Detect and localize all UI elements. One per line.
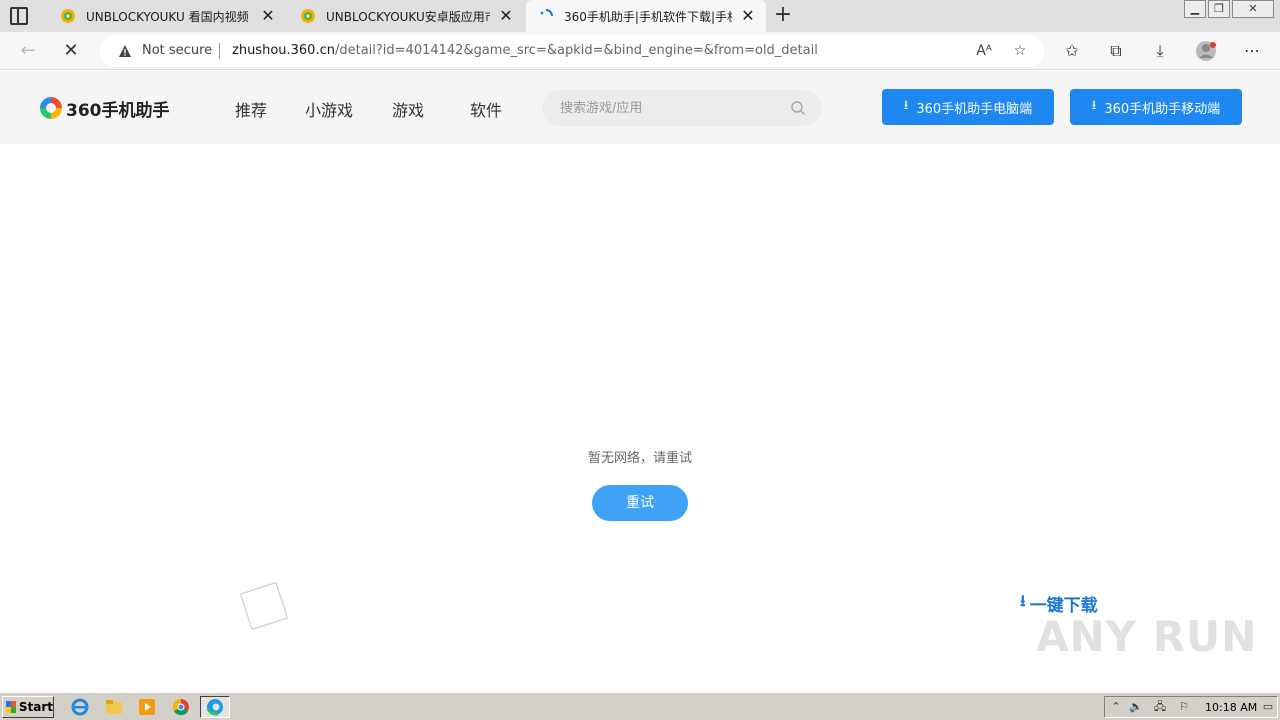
minimize-icon[interactable]: ▁ [1184,0,1206,18]
tab-title: UNBLOCKYOUKU 看国内视频 听国内音乐 [86,9,252,24]
nav-recommend[interactable]: 推荐 [235,97,267,121]
logo-text: 360手机助手 [66,100,170,121]
volume-icon[interactable]: 🔈 [1129,700,1143,714]
download-arrow-icon: ⭳ [1020,591,1026,610]
site-header: 360手机助手 推荐 小游戏 游戏 软件 ⭳ 360手机助手电脑端 ⭳ 360手… [0,71,1280,144]
nav-games[interactable]: 游戏 [392,97,424,121]
url-text[interactable]: zhushou.360.cn/detail?id=4014142&game_sr… [232,43,818,58]
loading-spinner-icon [540,9,553,17]
download-mobile-label: 360手机助手移动端 [1104,101,1221,117]
show-desktop-icon[interactable]: ▭ [1261,700,1275,714]
more-menu-icon[interactable]: ⋯ [1241,40,1263,62]
download-mobile-button[interactable]: ⭳ 360手机助手移动端 [1070,89,1242,125]
tab-close-icon[interactable]: ✕ [740,8,756,24]
chrome-icon[interactable] [171,697,191,717]
tab-close-icon[interactable]: ✕ [260,8,276,24]
search-icon[interactable] [790,100,806,116]
browser-tab-strip: UNBLOCKYOUKU 看国内视频 听国内音乐 ✕ UNBLOCKYOUKU安… [0,0,1280,32]
download-pc-button[interactable]: ⭳ 360手机助手电脑端 [882,89,1054,125]
browser-toolbar: ← ✕ Not secure zhushou.360.cn/detail?id=… [0,32,1280,70]
site-logo[interactable]: 360手机助手 [40,97,170,121]
url-path: /detail?id=4014142&game_src=&apkid=&bind… [334,43,818,58]
tab-unblockyouku-1[interactable]: UNBLOCKYOUKU 看国内视频 听国内音乐 ✕ [48,0,286,32]
network-icon[interactable]: 🖧 [1153,700,1167,714]
security-status-label[interactable]: Not secure [142,43,212,58]
download-pc-label: 360手机助手电脑端 [916,101,1033,117]
file-explorer-icon[interactable] [104,697,124,717]
url-host: zhushou.360.cn [232,43,335,58]
download-arrow-icon: ⭳ [1091,98,1097,113]
window-close-icon[interactable]: ✕ [1232,0,1274,18]
nav-mini-games[interactable]: 小游戏 [305,97,353,121]
windows-logo-icon [6,701,16,713]
warning-icon [119,45,131,57]
os-taskbar: Start ⌃ 🔈 🖧 ⚐ 10:18 AM ▭ [0,692,1280,720]
tab-actions-icon[interactable] [10,7,28,25]
logo-mark-icon [40,97,62,119]
start-button[interactable]: Start [2,696,54,718]
no-network-message: 暂无网络，请重试 [587,451,692,466]
site-favicon-icon [61,9,75,23]
loading-placeholder-icon [240,582,288,630]
downloads-icon[interactable]: ⤓ [1149,40,1171,62]
tab-360-assistant[interactable]: 360手机助手|手机软件下载|手机游戏下载 ✕ [526,0,766,32]
tab-unblockyouku-2[interactable]: UNBLOCKYOUKU安卓版应用市场下载 ✕ [288,0,524,32]
new-tab-button[interactable]: + [772,4,794,26]
site-favicon-icon [301,9,315,23]
nav-software[interactable]: 软件 [470,97,502,121]
restore-icon[interactable]: ❐ [1208,0,1230,18]
retry-button[interactable]: 重试 [592,485,688,521]
address-bar[interactable]: Not secure zhushou.360.cn/detail?id=4014… [100,35,1044,67]
favorites-icon[interactable]: ✩ [1061,40,1083,62]
search-input[interactable] [560,98,780,118]
action-center-flag-icon[interactable]: ⚐ [1177,700,1191,714]
edge-icon [206,699,223,716]
site-search-box [542,90,822,126]
edge-taskbar-button[interactable] [200,696,230,718]
tab-close-icon[interactable]: ✕ [498,8,514,24]
anyrun-watermark: ANY RUN [1036,612,1258,661]
tab-title: UNBLOCKYOUKU安卓版应用市场下载 [326,9,490,24]
system-tray: ⌃ 🔈 🖧 ⚐ 10:18 AM ▭ [1104,696,1278,718]
add-favorite-icon[interactable]: ☆ [1010,41,1030,61]
taskbar-clock[interactable]: 10:18 AM [1205,701,1257,714]
profile-avatar-icon[interactable] [1195,40,1217,62]
tray-expand-icon[interactable]: ⌃ [1109,700,1123,714]
tab-title: 360手机助手|手机软件下载|手机游戏下载 [564,9,732,24]
start-label: Start [18,700,53,714]
internet-explorer-icon[interactable] [70,697,90,717]
back-arrow-icon[interactable]: ← [17,40,39,62]
media-player-icon[interactable] [137,697,157,717]
stop-loading-icon[interactable]: ✕ [60,40,82,62]
read-aloud-icon[interactable]: Aᴬ [974,41,994,61]
download-arrow-icon: ⭳ [903,98,909,113]
collections-icon[interactable]: ⧉ [1105,40,1127,62]
url-divider [219,43,220,59]
